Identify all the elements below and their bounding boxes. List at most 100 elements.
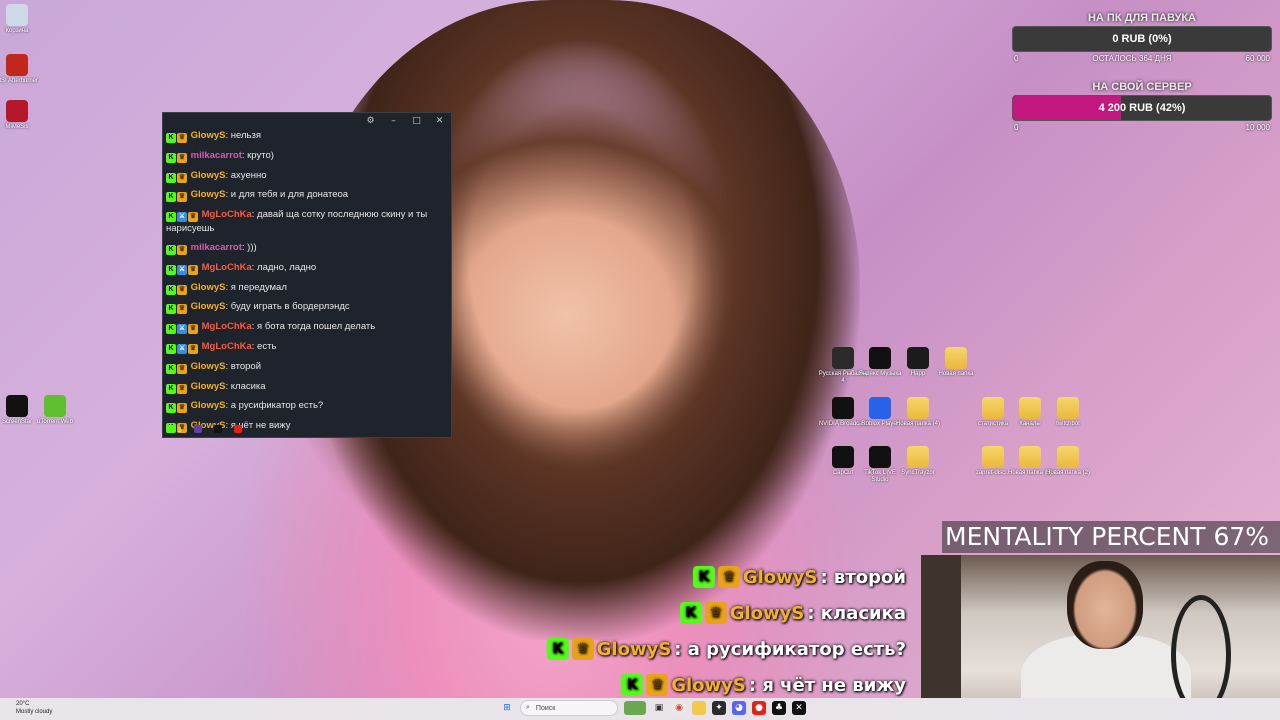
kick-badge-icon: K xyxy=(621,674,644,696)
settings-icon[interactable]: ⚙ xyxy=(359,116,382,126)
folder-icon xyxy=(1019,446,1041,468)
kick-badge-icon: K xyxy=(166,363,176,374)
overlay-text: : второй xyxy=(820,566,906,588)
chat-text: : и для тебя и для донатеоа xyxy=(225,189,349,201)
desktop-icon[interactable]: Новая папка (4) xyxy=(893,397,943,428)
chat-message: K ♛ GlowyS: второй xyxy=(166,360,448,374)
chat-username[interactable]: GlowyS xyxy=(191,130,226,141)
overlay-chat-message: K ♛ GlowyS: второй xyxy=(692,566,906,588)
overlay-username: GlowyS xyxy=(671,674,746,696)
kick-badge-icon: K xyxy=(166,192,176,203)
chat-message: K ♛ GlowyS: а русификатор есть? xyxy=(166,399,448,414)
desktop-icon-label: Каналы xyxy=(1019,421,1041,427)
start-icon[interactable]: ⊞ xyxy=(500,701,514,715)
chat-username[interactable]: GlowyS xyxy=(191,189,226,200)
desktop-icon[interactable]: Новая папка xyxy=(931,347,981,378)
chat-footer: 3 xyxy=(167,425,242,434)
chat-text: : круто) xyxy=(241,149,274,161)
overlay-chat-message: K ♛ GlowyS: а русификатор есть? xyxy=(546,638,906,660)
chat-username[interactable]: GlowyS xyxy=(191,381,226,392)
kick-badge-icon: K xyxy=(166,324,176,335)
search-box[interactable]: ⌕ Поиск xyxy=(520,700,618,716)
crown-badge-icon: ♛ xyxy=(177,304,187,315)
crown-badge-icon: ♛ xyxy=(177,383,187,394)
close-icon[interactable]: ✕ xyxy=(428,116,451,126)
chat-text: : буду играть в бордерлэндс xyxy=(225,301,350,313)
sword-badge-icon: ⚔ xyxy=(177,343,187,354)
crown-badge-icon: ♛ xyxy=(188,264,198,275)
chat-text: : я передумал xyxy=(225,281,287,293)
app-icon-1[interactable]: ✦ xyxy=(712,701,726,715)
app-icon-2[interactable]: ● xyxy=(752,701,766,715)
maximize-icon[interactable]: □ xyxy=(405,116,428,126)
chat-message: K ⚔ ♛ MgLoChKa: давай ща сотку последнюю с… xyxy=(166,208,448,235)
chat-username[interactable]: GlowyS xyxy=(191,170,226,181)
twitch-icon xyxy=(193,425,202,434)
minimize-icon[interactable]: – xyxy=(382,116,405,126)
discord-icon[interactable]: ◕ xyxy=(732,701,746,715)
desktop-icon[interactable]: MiMeSis xyxy=(0,100,42,131)
chat-username[interactable]: milkacarrot xyxy=(191,150,242,161)
chat-text: : есть xyxy=(251,340,277,352)
capcut-taskbar-icon[interactable]: ✕ xyxy=(792,701,806,715)
desktop-icon-label: статистика xyxy=(977,421,1009,427)
desktop-icon-label: MSI Afterburner xyxy=(0,78,39,84)
fishing-game-icon xyxy=(832,347,854,369)
chat-text: : а русификатор есть? xyxy=(225,400,324,412)
utorrent-icon xyxy=(44,395,66,417)
chat-username[interactable]: milkacarrot xyxy=(191,242,242,253)
crown-badge-icon: ♛ xyxy=(704,602,727,624)
chat-window[interactable]: ⚙ – □ ✕ K ♛ GlowyS: нельзя K ♛ milkacarrot:… xyxy=(162,112,452,438)
desktop-icon[interactable]: Новая папка (2) xyxy=(1043,446,1093,477)
crown-badge-icon: ♛ xyxy=(571,638,594,660)
app-icon-3[interactable]: ♣ xyxy=(772,701,786,715)
chat-username[interactable]: GlowyS xyxy=(191,400,226,411)
capcut-icon xyxy=(832,446,854,468)
chat-username[interactable]: MgLoChKa xyxy=(202,341,252,352)
crown-badge-icon: ♛ xyxy=(646,674,669,696)
desktop-icon-label: uTorrent Web xyxy=(37,419,73,425)
nvidia-broadcast-icon xyxy=(832,397,854,419)
desktop-icon-label: Happ xyxy=(910,371,926,377)
chrome-icon[interactable]: ◉ xyxy=(672,701,686,715)
overlay-username: GlowyS xyxy=(742,566,818,588)
crown-badge-icon: ♛ xyxy=(177,172,187,183)
desktop-icon[interactable]: SyncTrayzor xyxy=(893,446,943,477)
chat-username[interactable]: MgLoChKa xyxy=(202,209,252,220)
crown-badge-icon: ♛ xyxy=(188,212,198,223)
chat-username[interactable]: GlowyS xyxy=(191,361,226,372)
chat-username[interactable]: GlowyS xyxy=(191,301,226,312)
chat-username[interactable]: MgLoChKa xyxy=(202,321,252,332)
crown-badge-icon: ♛ xyxy=(177,133,187,143)
microphone-arm xyxy=(1171,595,1231,715)
chat-username[interactable]: MgLoChKa xyxy=(202,262,252,273)
overlay-username: GlowyS xyxy=(729,602,805,624)
kick-badge-icon: K xyxy=(166,343,176,354)
crown-badge-icon: ♛ xyxy=(177,244,187,255)
desktop-icon[interactable]: uTorrent Web xyxy=(30,395,80,426)
overlay-chat-message: K ♛ GlowyS: я чёт не вижу xyxy=(621,674,906,696)
sword-badge-icon: ⚔ xyxy=(177,324,187,335)
kick-icon xyxy=(167,425,175,433)
desktop-icon-label: MiMeSis xyxy=(5,124,29,130)
chat-message: K ♛ GlowyS: я передумал xyxy=(166,281,448,295)
chat-titlebar[interactable]: ⚙ – □ ✕ xyxy=(163,113,451,129)
viewer-count: 3 xyxy=(177,426,182,434)
weather-widget[interactable]: 20°C Mostly cloudy xyxy=(16,700,52,716)
task-view-icon[interactable]: ▣ xyxy=(652,701,666,715)
explorer-icon[interactable] xyxy=(692,701,706,715)
desktop-icon-label: twitchbot xyxy=(1056,421,1080,427)
chat-username[interactable]: GlowyS xyxy=(191,282,226,293)
goal-axis: 0 10 000 xyxy=(1012,123,1272,132)
folder-icon xyxy=(982,397,1004,419)
desktop-icon[interactable]: MSI Afterburner xyxy=(0,54,42,85)
crown-badge-icon: ♛ xyxy=(177,403,187,414)
widget-icon[interactable] xyxy=(624,701,646,715)
desktop-icon-label: Новая папка (4) xyxy=(896,421,940,427)
kick-badge-icon: K xyxy=(166,383,176,394)
chat-message: K ♛ GlowyS: и для тебя и для донатеоа xyxy=(166,188,448,203)
desktop-icon[interactable]: Корзина xyxy=(0,4,42,35)
goal-max: 60 000 xyxy=(1245,54,1270,63)
overlay-text: : класика xyxy=(807,602,906,624)
desktop-icon[interactable]: twitchbot xyxy=(1043,397,1093,428)
